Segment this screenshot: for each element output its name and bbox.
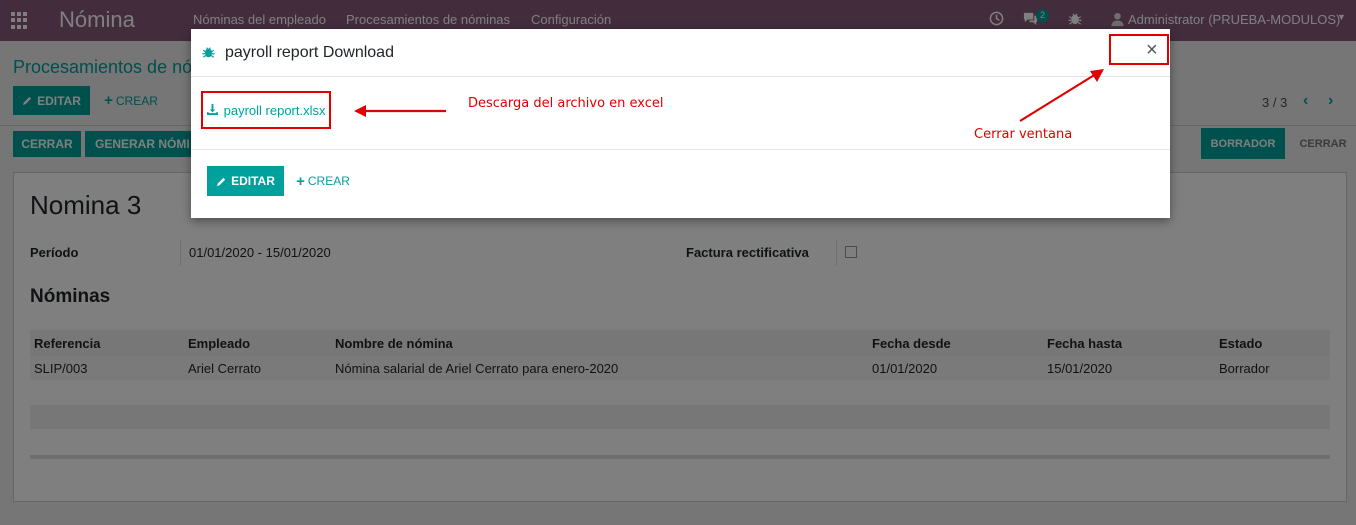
- arrow-to-download: [354, 105, 446, 117]
- annotation-arrows: [354, 69, 1104, 122]
- annotation-download-text: Descarga del archivo en excel: [468, 96, 664, 111]
- arrow-to-close: [1019, 69, 1104, 122]
- annotation-close-text: Cerrar ventana: [974, 127, 1073, 142]
